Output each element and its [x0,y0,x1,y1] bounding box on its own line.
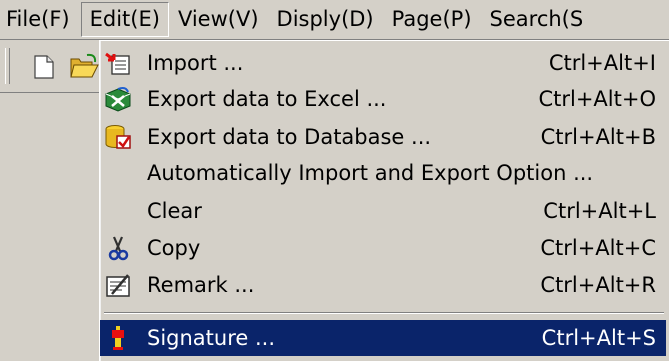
menu-item-copy[interactable]: Copy Ctrl+Alt+C [100,230,666,266]
toolbar [0,40,100,93]
import-icon [105,52,130,75]
menu-item-label: Signature ... [147,326,276,350]
edit-menu-dropdown: Import ... Ctrl+Alt+I Export data to Exc… [99,40,669,361]
menu-item-shortcut: Ctrl+Alt+R [540,273,656,297]
menu-item-clear[interactable]: Clear Ctrl+Alt+L [100,193,666,229]
menu-separator [104,312,664,314]
menu-file[interactable]: File(F) [0,2,79,37]
menu-item-export-database[interactable]: Export data to Database ... Ctrl+Alt+B [100,119,666,155]
menu-item-shortcut: Ctrl+Alt+S [541,326,656,350]
menu-item-shortcut: Ctrl+Alt+C [540,236,656,260]
menu-item-label: Export data to Excel ... [147,87,387,111]
menu-item-label: Remark ... [147,273,255,297]
menu-item-shortcut: Ctrl+Alt+B [540,125,656,149]
scissors-icon [108,236,129,261]
menu-item-label: Copy [147,236,201,260]
menu-display[interactable]: Disply(D) [268,2,383,37]
menu-item-shortcut: Ctrl+Alt+I [548,51,656,75]
menu-item-shortcut: Ctrl+Alt+O [538,87,656,111]
menu-bar: File(F) Edit(E) View(V) Disply(D) Page(P… [0,0,669,40]
menu-view[interactable]: View(V) [169,2,268,37]
menu-item-import[interactable]: Import ... Ctrl+Alt+I [100,45,666,81]
left-pane [0,93,100,354]
menu-item-auto-import-export[interactable]: Automatically Import and Export Option .… [100,155,666,191]
menu-item-label: Automatically Import and Export Option .… [147,161,594,185]
menu-item-label: Clear [147,199,202,223]
toolbar-grip[interactable] [5,48,10,84]
menu-edit[interactable]: Edit(E) [80,2,169,37]
signature-icon [112,326,124,350]
menu-item-export-excel[interactable]: Export data to Excel ... Ctrl+Alt+O [100,81,666,117]
menu-item-label: Import ... [147,51,244,75]
menu-item-signature[interactable]: Signature ... Ctrl+Alt+S [100,320,666,356]
menu-item-shortcut: Ctrl+Alt+L [543,199,656,223]
open-folder-icon[interactable] [70,53,100,79]
menu-item-remark[interactable]: Remark ... Ctrl+Alt+R [100,267,666,303]
menu-search[interactable]: Search(S [481,2,593,37]
export-excel-icon [105,87,131,112]
export-database-icon [105,125,131,149]
menu-page[interactable]: Page(P) [383,2,481,37]
new-document-icon[interactable] [34,55,54,79]
menu-item-label: Export data to Database ... [147,125,432,149]
remark-icon [106,274,130,297]
